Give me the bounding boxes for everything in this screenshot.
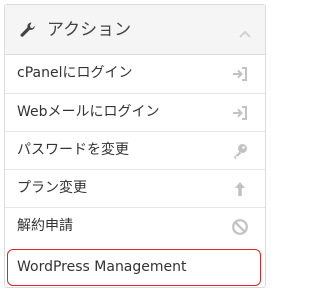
- action-item-label: Webメールにログイン: [17, 104, 160, 120]
- chevron-up-icon[interactable]: [239, 24, 251, 38]
- actions-panel: アクション cPanelにログイン Webメールにログイン パスワードを変更 プ…: [4, 4, 266, 288]
- action-item-label: cPanelにログイン: [17, 65, 133, 81]
- action-item-label: 解約申請: [17, 218, 73, 234]
- login-arrow-icon: [231, 104, 249, 122]
- action-item-cancel-request[interactable]: 解約申請: [5, 207, 265, 245]
- action-item-label: パスワードを変更: [17, 142, 129, 158]
- action-item-change-plan[interactable]: プラン変更: [5, 169, 265, 207]
- action-item-change-password[interactable]: パスワードを変更: [5, 131, 265, 169]
- action-item-label: プラン変更: [17, 180, 87, 196]
- action-item-wordpress-management[interactable]: WordPress Management: [7, 249, 261, 286]
- arrow-up-icon: [231, 180, 249, 198]
- panel-title: アクション: [47, 20, 132, 40]
- action-item-cpanel-login[interactable]: cPanelにログイン: [5, 55, 265, 93]
- key-icon: [231, 142, 249, 160]
- ban-icon: [231, 218, 249, 236]
- action-item-webmail-login[interactable]: Webメールにログイン: [5, 93, 265, 131]
- panel-header[interactable]: アクション: [5, 5, 265, 55]
- action-item-label: WordPress Management: [17, 259, 187, 275]
- wrench-icon: [19, 21, 37, 39]
- login-arrow-icon: [231, 65, 249, 83]
